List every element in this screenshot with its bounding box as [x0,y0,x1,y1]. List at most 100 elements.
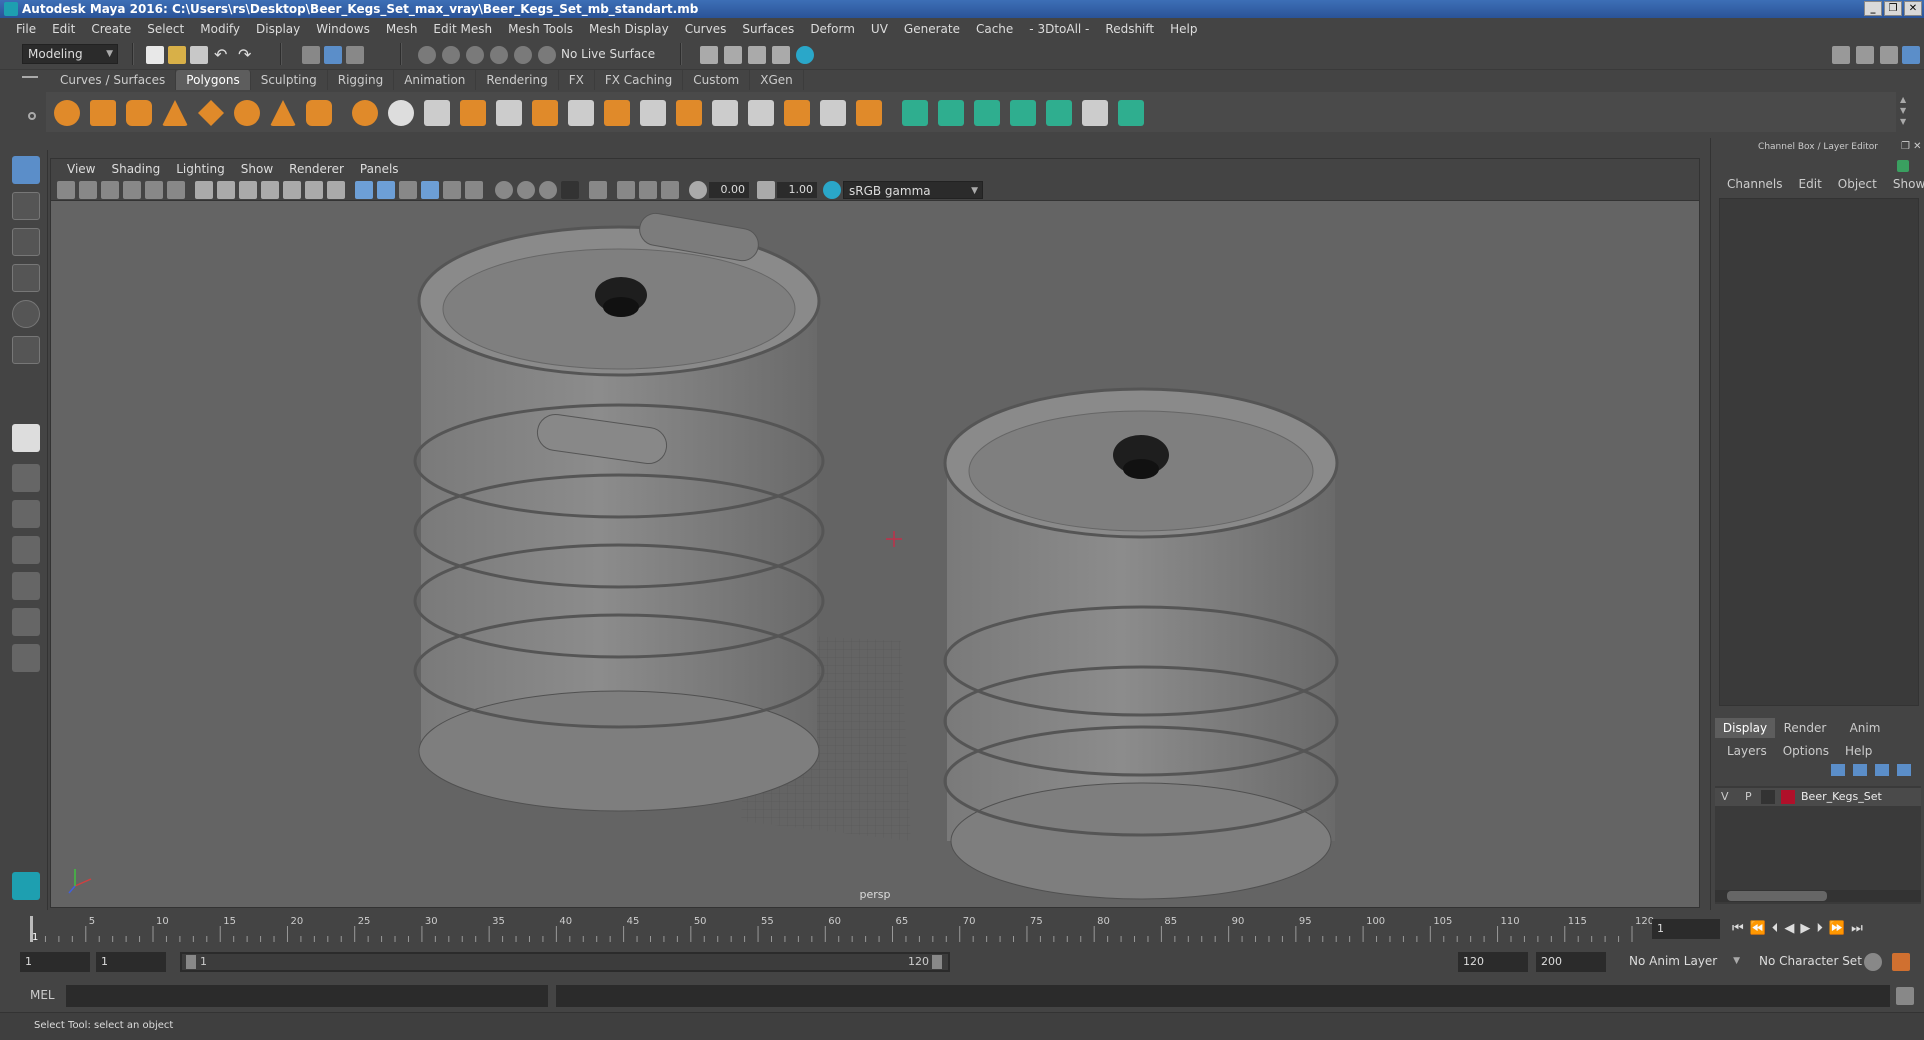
step-forward-frame-icon[interactable]: ⏵ [1816,921,1823,936]
tab-rendering[interactable]: Rendering [476,70,559,90]
select-component-icon[interactable] [346,46,364,64]
paint-select-tool-icon[interactable] [12,228,40,256]
menu-deform[interactable]: Deform [802,22,863,36]
shelf-scroll-arrows[interactable]: ▲ ▼ ▼ [1900,94,1910,128]
script-editor-icon[interactable] [1896,987,1914,1005]
boolean-icon[interactable] [496,100,522,126]
xray-active-icon[interactable] [661,181,679,199]
save-scene-icon[interactable] [190,46,208,64]
scene-end-field[interactable]: 200 [1536,952,1606,972]
cb-menu-show[interactable]: Show [1893,177,1924,191]
tab-fx[interactable]: FX [559,70,595,90]
restore-button[interactable]: ❐ [1884,1,1902,16]
layer-menu-help[interactable]: Help [1845,744,1872,758]
fill-hole-icon[interactable] [856,100,882,126]
vp-menu-renderer[interactable]: Renderer [281,162,352,176]
tab-custom[interactable]: Custom [683,70,751,90]
minimize-button[interactable]: _ [1864,1,1882,16]
poly-cylinder-icon[interactable] [126,100,152,126]
persp-outliner-layout-icon[interactable] [12,500,40,528]
smooth-shade-icon[interactable] [377,181,395,199]
vp-menu-lighting[interactable]: Lighting [168,162,233,176]
outliner-layout-icon[interactable] [12,608,40,636]
camera-attributes-icon[interactable] [79,181,97,199]
cb-menu-object[interactable]: Object [1838,177,1877,191]
time-slider[interactable]: 5 10 15 20 25 30 35 40 45 50 55 60 65 70 75 80 85 90 95 100… [0,912,1924,946]
open-scene-icon[interactable] [168,46,186,64]
layer-menu-layers[interactable]: Layers [1727,744,1767,758]
step-forward-key-icon[interactable]: ⏩ [1829,921,1845,936]
separate-icon[interactable] [388,100,414,126]
scene-canvas[interactable] [51,201,1700,908]
shadows-icon[interactable] [465,181,483,199]
menu-redshift[interactable]: Redshift [1097,22,1162,36]
menu-mesh[interactable]: Mesh [378,22,426,36]
current-frame-field[interactable]: 1 [1652,919,1720,939]
bridge-icon[interactable] [640,100,666,126]
vp-menu-view[interactable]: View [59,162,103,176]
uv-layout-icon[interactable] [1118,100,1144,126]
range-end-handle[interactable] [932,955,942,969]
anim-end-field[interactable]: 120 [1458,952,1528,972]
menu-modify[interactable]: Modify [192,22,248,36]
menu-uv[interactable]: UV [863,22,896,36]
grease-pencil-icon[interactable] [167,181,185,199]
timeline-ruler[interactable]: 5 10 15 20 25 30 35 40 45 50 55 60 65 70 75 80 85 90 95 100… [28,912,1658,946]
move-tool-icon[interactable] [12,264,40,292]
layer-color-swatch[interactable] [1781,790,1795,804]
spherical-mapping-icon[interactable] [974,100,1000,126]
tool-settings-icon[interactable] [1880,46,1898,64]
play-backwards-icon[interactable]: ◀ [1784,921,1794,936]
select-tool-icon[interactable] [12,156,40,184]
use-lights-icon[interactable] [443,181,461,199]
command-input[interactable] [66,985,548,1007]
close-button[interactable]: ✕ [1904,1,1922,16]
step-back-key-icon[interactable]: ⏪ [1750,921,1766,936]
anim-layer-dropdown[interactable]: No Anim Layer ▼ [1624,952,1744,972]
cb-menu-edit[interactable]: Edit [1799,177,1822,191]
poly-pipe-icon[interactable] [306,100,332,126]
menu-display[interactable]: Display [248,22,308,36]
layer-visibility-toggle[interactable]: V [1721,790,1729,803]
poly-sphere-icon[interactable] [54,100,80,126]
move-layer-up-icon[interactable] [1831,764,1845,776]
poly-pyramid-icon[interactable] [270,100,296,126]
make-live-icon[interactable] [538,46,556,64]
anim-start-field[interactable]: 1 [96,952,166,972]
tab-display[interactable]: Display [1715,718,1775,738]
persp-graph-layout-icon[interactable] [12,536,40,564]
grid-toggle-icon[interactable] [195,181,213,199]
combine-icon[interactable] [352,100,378,126]
insert-edge-loop-icon[interactable] [712,100,738,126]
ipr-render-icon[interactable] [724,46,742,64]
menu-generate[interactable]: Generate [896,22,968,36]
xray-icon[interactable] [617,181,635,199]
menu-mesh-display[interactable]: Mesh Display [581,22,677,36]
offset-edge-loop-icon[interactable] [748,100,774,126]
animation-preferences-icon[interactable] [1892,953,1910,971]
shelf-menu-icon[interactable] [22,76,38,78]
move-layer-down-icon[interactable] [1853,764,1867,776]
wireframe-on-shaded-icon[interactable] [399,181,417,199]
tab-curves-surfaces[interactable]: Curves / Surfaces [50,70,177,90]
rotate-tool-icon[interactable] [12,300,40,328]
image-plane-icon[interactable] [123,181,141,199]
mode-dropdown[interactable]: Modeling ▼ [22,44,118,64]
channel-list[interactable] [1719,198,1919,706]
hypershade-layout-icon[interactable] [12,572,40,600]
menu-select[interactable]: Select [139,22,192,36]
layer-playback-toggle[interactable]: P [1745,790,1752,803]
resolution-gate-icon[interactable] [239,181,257,199]
keg-left[interactable] [413,211,825,812]
menu-windows[interactable]: Windows [308,22,378,36]
snap-point-icon[interactable] [466,46,484,64]
shelf-settings-gear-icon[interactable] [28,112,36,120]
scale-tool-icon[interactable] [12,336,40,364]
vp-menu-panels[interactable]: Panels [352,162,407,176]
wireframe-icon[interactable] [355,181,373,199]
vp-menu-shading[interactable]: Shading [103,162,168,176]
tab-rigging[interactable]: Rigging [328,70,395,90]
tab-fx-caching[interactable]: FX Caching [595,70,684,90]
range-slider[interactable]: 1 120 [180,952,950,972]
color-management-icon[interactable] [823,181,841,199]
